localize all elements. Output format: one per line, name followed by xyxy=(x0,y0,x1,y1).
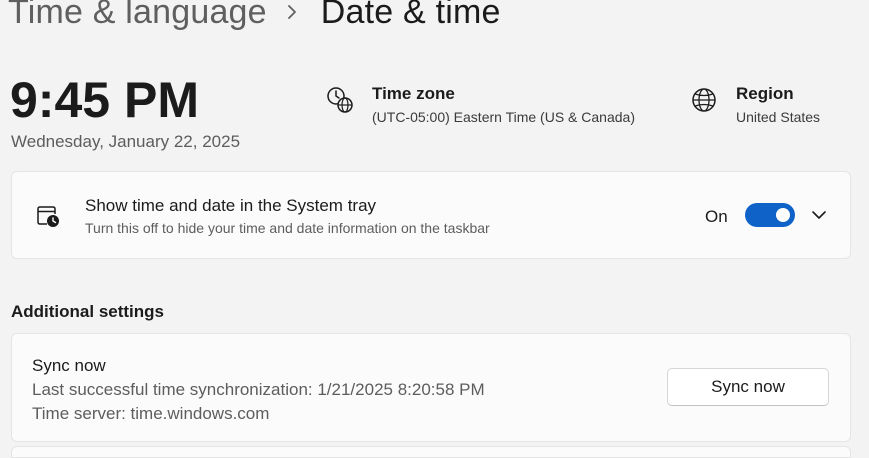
tray-toggle-switch[interactable] xyxy=(745,203,795,227)
sync-now-button[interactable]: Sync now xyxy=(667,368,829,406)
toggle-state-label: On xyxy=(705,207,728,226)
tray-setting-card[interactable]: Show time and date in the System tray Tu… xyxy=(11,171,851,259)
chevron-down-icon[interactable] xyxy=(810,206,828,224)
timezone-title: Time zone xyxy=(372,84,455,103)
next-card[interactable] xyxy=(11,446,851,458)
globe-icon xyxy=(692,88,716,112)
chevron-right-icon xyxy=(287,5,296,19)
region-value: United States xyxy=(736,109,821,125)
timezone-info: Time zone (UTC-05:00) Eastern Time (US &… xyxy=(326,82,635,128)
page-title: Date & time xyxy=(320,0,501,31)
calendar-clock-icon xyxy=(37,206,59,227)
toggle-knob xyxy=(776,208,790,222)
additional-settings-heading: Additional settings xyxy=(11,302,164,321)
sync-card: Sync now Last successful time synchroniz… xyxy=(11,333,851,442)
breadcrumb-parent-link[interactable]: Time & language xyxy=(8,0,267,32)
tray-setting-description: Turn this off to hide your time and date… xyxy=(85,220,490,236)
tray-setting-title: Show time and date in the System tray xyxy=(85,196,377,215)
last-sync-text: Last successful time synchronization: 1/… xyxy=(32,380,485,399)
breadcrumb: Time & language Date & time xyxy=(8,0,501,36)
current-date: Wednesday, January 22, 2025 xyxy=(11,132,241,151)
clock-globe-icon xyxy=(327,87,353,113)
time-server-text: Time server: time.windows.com xyxy=(32,404,270,423)
sync-title: Sync now xyxy=(32,356,106,375)
timezone-value: (UTC-05:00) Eastern Time (US & Canada) xyxy=(372,109,635,125)
region-info: Region United States xyxy=(690,82,820,128)
region-title: Region xyxy=(736,84,794,103)
current-time: 9:45 PM xyxy=(10,72,199,128)
